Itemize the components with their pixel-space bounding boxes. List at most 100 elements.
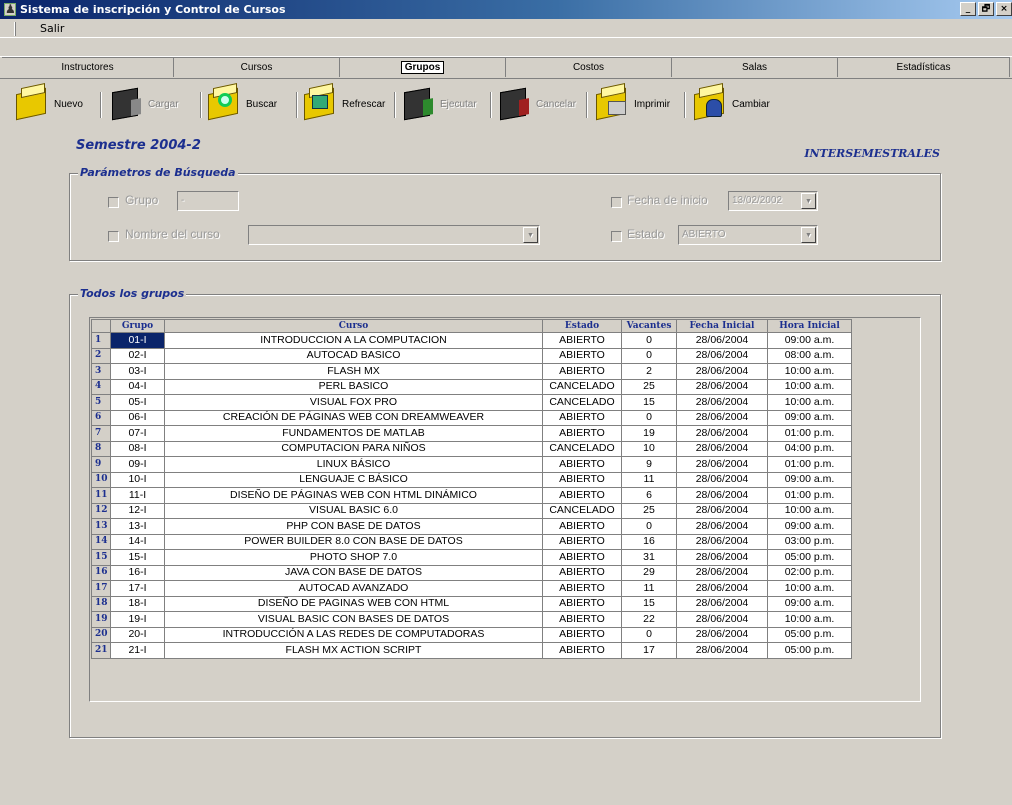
cell-grupo[interactable]: 07-I <box>110 425 165 442</box>
table-row[interactable]: 5 05-I VISUAL FOX PRO CANCELADO 15 28/06/2004… <box>91 394 852 411</box>
table-row[interactable]: 8 08-I COMPUTACION PARA NIÑOS CANCELADO 10 28… <box>91 440 852 457</box>
table-row[interactable]: 19 19-I VISUAL BASIC CON BASES DE DATOS ABI… <box>91 611 852 628</box>
cell-hora-inicial[interactable]: 09:00 a.m. <box>767 409 852 426</box>
cell-curso[interactable]: POWER BUILDER 8.0 CON BASE DE DATOS <box>164 533 543 550</box>
cell-fecha-inicial[interactable]: 28/06/2004 <box>676 440 768 457</box>
cell-grupo[interactable]: 18-I <box>110 595 165 612</box>
cell-vacantes[interactable]: 31 <box>621 549 677 566</box>
cell-estado[interactable]: ABIERTO <box>542 549 622 566</box>
cell-hora-inicial[interactable]: 01:00 p.m. <box>767 487 852 504</box>
cell-estado[interactable]: ABIERTO <box>542 425 622 442</box>
cell-estado[interactable]: ABIERTO <box>542 363 622 380</box>
cell-estado[interactable]: ABIERTO <box>542 456 622 473</box>
cell-fecha-inicial[interactable]: 28/06/2004 <box>676 394 768 411</box>
cell-curso[interactable]: PERL BASICO <box>164 378 543 395</box>
cell-curso[interactable]: PHOTO SHOP 7.0 <box>164 549 543 566</box>
refrescar-button[interactable]: Refrescar <box>302 86 385 122</box>
cambiar-button[interactable]: Cambiar <box>692 86 770 122</box>
cell-fecha-inicial[interactable]: 28/06/2004 <box>676 347 768 364</box>
cell-vacantes[interactable]: 15 <box>621 394 677 411</box>
cell-vacantes[interactable]: 15 <box>621 595 677 612</box>
grupo-input[interactable]: - <box>177 191 239 211</box>
cell-curso[interactable]: AUTOCAD BASICO <box>164 347 543 364</box>
buscar-button[interactable]: Buscar <box>206 86 277 122</box>
cell-fecha-inicial[interactable]: 28/06/2004 <box>676 487 768 504</box>
chevron-down-icon[interactable]: ▼ <box>523 227 538 243</box>
cell-vacantes[interactable]: 25 <box>621 378 677 395</box>
tab-instructores[interactable]: Instructores <box>2 57 174 77</box>
cell-hora-inicial[interactable]: 05:00 p.m. <box>767 642 852 659</box>
cell-curso[interactable]: DISEÑO DE PAGINAS WEB CON HTML <box>164 595 543 612</box>
cell-fecha-inicial[interactable]: 28/06/2004 <box>676 502 768 519</box>
cell-hora-inicial[interactable]: 10:00 a.m. <box>767 378 852 395</box>
cell-hora-inicial[interactable]: 05:00 p.m. <box>767 549 852 566</box>
cell-grupo[interactable]: 21-I <box>110 642 165 659</box>
column-header[interactable]: Estado <box>542 319 622 333</box>
cell-grupo[interactable]: 10-I <box>110 471 165 488</box>
cell-hora-inicial[interactable]: 04:00 p.m. <box>767 440 852 457</box>
table-row[interactable]: 10 10-I LENGUAJE C BÁSICO ABIERTO 11 28/06/20… <box>91 471 852 488</box>
cell-fecha-inicial[interactable]: 28/06/2004 <box>676 642 768 659</box>
cell-grupo[interactable]: 16-I <box>110 564 165 581</box>
nombre-curso-checkbox[interactable] <box>108 231 119 242</box>
cell-hora-inicial[interactable]: 03:00 p.m. <box>767 533 852 550</box>
cell-fecha-inicial[interactable]: 28/06/2004 <box>676 580 768 597</box>
cell-grupo[interactable]: 17-I <box>110 580 165 597</box>
tab-estadisticas[interactable]: Estadísticas <box>838 57 1010 77</box>
cell-vacantes[interactable]: 9 <box>621 456 677 473</box>
cell-vacantes[interactable]: 0 <box>621 626 677 643</box>
cell-grupo[interactable]: 15-I <box>110 549 165 566</box>
cell-vacantes[interactable]: 10 <box>621 440 677 457</box>
cell-curso[interactable]: VISUAL BASIC 6.0 <box>164 502 543 519</box>
cell-curso[interactable]: VISUAL FOX PRO <box>164 394 543 411</box>
cell-grupo[interactable]: 13-I <box>110 518 165 535</box>
cell-estado[interactable]: CANCELADO <box>542 440 622 457</box>
cell-curso[interactable]: COMPUTACION PARA NIÑOS <box>164 440 543 457</box>
cell-estado[interactable]: CANCELADO <box>542 502 622 519</box>
restore-button[interactable]: 🗗 <box>978 2 994 16</box>
cell-fecha-inicial[interactable]: 28/06/2004 <box>676 626 768 643</box>
cell-estado[interactable]: ABIERTO <box>542 642 622 659</box>
cell-fecha-inicial[interactable]: 28/06/2004 <box>676 363 768 380</box>
cell-grupo[interactable]: 03-I <box>110 363 165 380</box>
minimize-button[interactable]: _ <box>960 2 976 16</box>
cell-vacantes[interactable]: 2 <box>621 363 677 380</box>
table-row[interactable]: 15 15-I PHOTO SHOP 7.0 ABIERTO 31 28/06/2004 0… <box>91 549 852 566</box>
tab-costos[interactable]: Costos <box>506 57 672 77</box>
column-header[interactable]: Fecha Inicial <box>676 319 768 333</box>
cell-grupo[interactable]: 11-I <box>110 487 165 504</box>
cell-grupo[interactable]: 05-I <box>110 394 165 411</box>
table-row[interactable]: 12 12-I VISUAL BASIC 6.0 CANCELADO 25 28/06/2… <box>91 502 852 519</box>
nuevo-button[interactable]: Nuevo <box>14 86 83 122</box>
table-row[interactable]: 6 06-I CREACIÓN DE PÁGINAS WEB CON DREAMWE… <box>91 409 852 426</box>
table-row[interactable]: 3 03-I FLASH MX ABIERTO 2 28/06/2004 10:00 a.m… <box>91 363 852 380</box>
cell-grupo[interactable]: 01-I <box>110 332 165 349</box>
chevron-down-icon[interactable]: ▼ <box>801 227 816 243</box>
tab-salas[interactable]: Salas <box>672 57 838 77</box>
cell-hora-inicial[interactable]: 10:00 a.m. <box>767 363 852 380</box>
table-row[interactable]: 16 16-I JAVA CON BASE DE DATOS ABIERTO 29 28/… <box>91 564 852 581</box>
cell-hora-inicial[interactable]: 10:00 a.m. <box>767 611 852 628</box>
cell-vacantes[interactable]: 6 <box>621 487 677 504</box>
cell-curso[interactable]: VISUAL BASIC CON BASES DE DATOS <box>164 611 543 628</box>
cell-vacantes[interactable]: 17 <box>621 642 677 659</box>
cell-hora-inicial[interactable]: 10:00 a.m. <box>767 394 852 411</box>
cell-estado[interactable]: ABIERTO <box>542 332 622 349</box>
cell-fecha-inicial[interactable]: 28/06/2004 <box>676 564 768 581</box>
cell-curso[interactable]: INTRODUCCION A LA COMPUTACION <box>164 332 543 349</box>
cell-curso[interactable]: LINUX BÁSICO <box>164 456 543 473</box>
cell-estado[interactable]: ABIERTO <box>542 611 622 628</box>
estado-select[interactable]: ABIERTO ▼ <box>678 225 818 245</box>
cell-grupo[interactable]: 06-I <box>110 409 165 426</box>
cell-vacantes[interactable]: 0 <box>621 409 677 426</box>
cell-vacantes[interactable]: 25 <box>621 502 677 519</box>
cell-fecha-inicial[interactable]: 28/06/2004 <box>676 471 768 488</box>
cell-curso[interactable]: LENGUAJE C BÁSICO <box>164 471 543 488</box>
cell-grupo[interactable]: 19-I <box>110 611 165 628</box>
table-row[interactable]: 7 07-I FUNDAMENTOS DE MATLAB ABIERTO 19 28/06… <box>91 425 852 442</box>
cell-hora-inicial[interactable]: 01:00 p.m. <box>767 425 852 442</box>
cell-grupo[interactable]: 14-I <box>110 533 165 550</box>
cell-curso[interactable]: JAVA CON BASE DE DATOS <box>164 564 543 581</box>
cell-estado[interactable]: CANCELADO <box>542 394 622 411</box>
cell-estado[interactable]: ABIERTO <box>542 533 622 550</box>
